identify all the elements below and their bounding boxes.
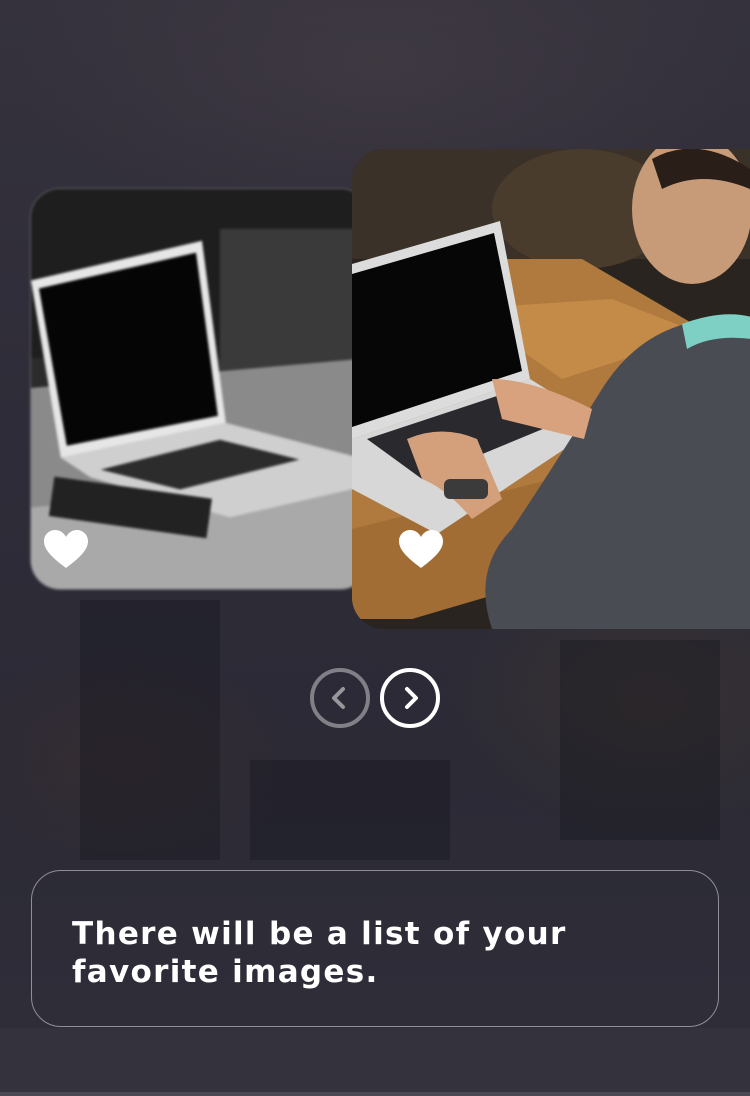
heart-icon[interactable] [44, 530, 88, 570]
previous-button[interactable] [310, 668, 370, 728]
bottom-bar [0, 1028, 750, 1096]
heart-icon[interactable] [399, 530, 443, 570]
laptop-on-table-photo [31, 189, 369, 589]
favorites-info-text: There will be a list of your favorite im… [72, 916, 567, 990]
chevron-left-icon [332, 687, 345, 709]
bottom-divider [0, 1092, 750, 1096]
favorites-info-box: There will be a list of your favorite im… [31, 870, 719, 1027]
chevron-right-icon [405, 687, 418, 709]
next-button[interactable] [380, 668, 440, 728]
